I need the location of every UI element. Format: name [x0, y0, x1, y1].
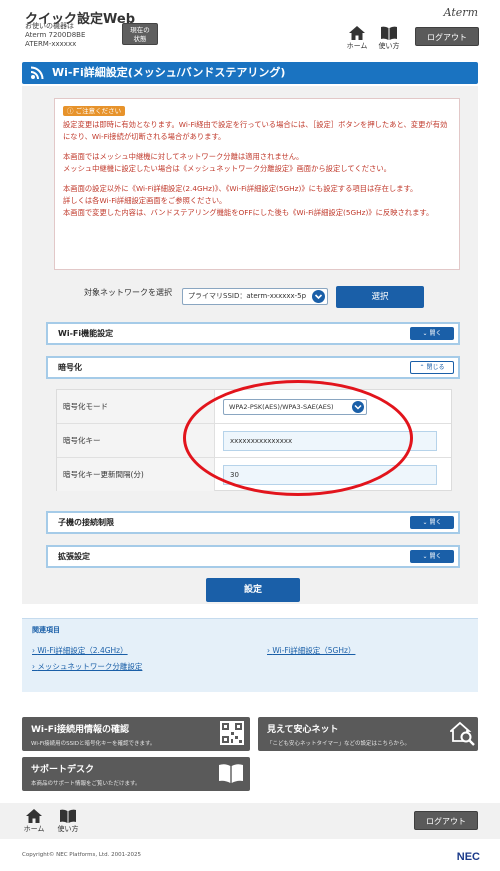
highlight-ellipse — [183, 380, 413, 496]
child-restriction-open-button[interactable]: ⌄ 開く — [410, 516, 454, 529]
select-network-button[interactable]: 選択 — [336, 286, 424, 308]
support-desk-desc: 本商品のサポート情報をご覧いただけます。 — [31, 781, 141, 787]
notice-line-3c: 本画面で変更した内容は、バンドステアリング機能をOFFにした後も《Wi-Fi詳細… — [63, 208, 434, 217]
wifi-icon — [30, 66, 44, 80]
target-network-select[interactable]: プライマリSSID：aterm-xxxxxx-5p — [182, 288, 328, 305]
extended-toggle-label: 開く — [429, 553, 442, 560]
logout-button[interactable]: ログアウト — [415, 27, 479, 46]
link-mesh-separation[interactable]: › メッシュネットワーク分離設定 — [32, 661, 142, 672]
nec-logo: NEC — [456, 851, 480, 863]
home-icon — [26, 809, 42, 823]
qr-code-icon — [220, 721, 244, 745]
device-line-2: Aterm 7200D8BE — [25, 31, 86, 39]
current-status-button[interactable]: 現在の 状態 — [122, 23, 158, 45]
safety-net-title: 見えて安心ネット — [267, 725, 339, 735]
target-network-value: プライマリSSID：aterm-xxxxxx-5p — [188, 292, 307, 300]
section-wifi-function-title: Wi-Fi機能設定 — [58, 329, 114, 338]
header: クイック設定Web お使いの機器は Aterm 7200D8BE ATERM-x… — [0, 0, 500, 56]
footer-logout-button[interactable]: ログアウト — [414, 811, 478, 830]
home-nav-label: ホーム — [346, 42, 368, 50]
notice-paragraph-1: 設定変更は即時に有効となります。Wi-Fi経由で設定を行っている場合には、［設定… — [63, 120, 448, 141]
book-icon — [60, 809, 76, 823]
notice-badge: ⓘ ご注意ください — [63, 106, 126, 116]
home-icon — [349, 26, 365, 40]
wifi-function-open-button[interactable]: ⌄ 開く — [410, 327, 454, 340]
wifi-info-desc: Wi-Fi接続用のSSIDと暗号化キーを確認できます。 — [31, 741, 156, 747]
wifi-info-title: Wi-Fi接続用情報の確認 — [31, 725, 129, 735]
status-button-line-1: 現在の — [130, 26, 150, 34]
footer-bar: ホーム 使い方 ログアウト — [0, 803, 500, 839]
support-desk-title: サポートデスク — [31, 765, 95, 775]
copyright: Copyright© NEC Platforms, Ltd. 2001-2025 — [22, 852, 142, 858]
link-wifi-24ghz-label: Wi-Fi詳細設定（2.4GHz） — [37, 646, 128, 655]
wifi-info-tile[interactable]: Wi-Fi接続用情報の確認 Wi-Fi接続用のSSIDと暗号化キーを確認できます… — [22, 717, 250, 751]
footer-home-label: ホーム — [23, 825, 45, 833]
extended-open-button[interactable]: ⌄ 開く — [410, 550, 454, 563]
section-extended[interactable]: 拡張設定 ⌄ 開く — [46, 545, 460, 568]
related-title: 関連項目 — [32, 626, 60, 634]
section-extended-title: 拡張設定 — [58, 552, 90, 561]
home-nav-button[interactable]: ホーム — [343, 26, 371, 51]
target-network-label: 対象ネットワークを選択 — [84, 288, 172, 297]
book-icon — [381, 26, 397, 40]
page-title-bar: Wi-Fi詳細設定(メッシュ/バンドステアリング) — [22, 62, 478, 84]
encryption-close-button[interactable]: ⌃ 閉じる — [410, 361, 454, 374]
safety-net-tile[interactable]: 見えて安心ネット 「こども安心ネットタイマー」などの設定はこちらから。 — [258, 717, 478, 751]
link-wifi-5ghz[interactable]: › Wi-Fi詳細設定（5GHz） — [267, 645, 355, 656]
device-line-1: お使いの機器は — [25, 22, 74, 30]
manual-nav-button[interactable]: 使い方 — [375, 26, 403, 51]
section-child-restriction[interactable]: 子機の接続制限 ⌄ 開く — [46, 511, 460, 534]
notice-badge-label: ご注意ください — [75, 107, 122, 115]
section-encryption-title: 暗号化 — [58, 363, 82, 372]
section-child-restriction-title: 子機の接続制限 — [58, 518, 114, 527]
save-button[interactable]: 設定 — [206, 578, 300, 602]
chevron-down-icon — [312, 290, 325, 303]
footer-home-button[interactable]: ホーム — [20, 809, 48, 834]
device-line-3: ATERM-xxxxxx — [25, 40, 77, 48]
link-wifi-24ghz[interactable]: › Wi-Fi詳細設定（2.4GHz） — [32, 645, 128, 656]
aterm-logo: Aterm — [443, 6, 478, 19]
page-title: Wi-Fi詳細設定(メッシュ/バンドステアリング) — [52, 66, 286, 79]
support-desk-tile[interactable]: サポートデスク 本商品のサポート情報をご覧いただけます。 — [22, 757, 250, 791]
related-links-panel: 関連項目 › Wi-Fi詳細設定（2.4GHz） › Wi-Fi詳細設定（5GH… — [22, 618, 478, 692]
notice-line-3a: 本画面の設定以外に《Wi-Fi詳細設定(2.4GHz)》、《Wi-Fi詳細設定(… — [63, 184, 418, 193]
key-interval-label: 暗号化キー更新間隔(分) — [57, 458, 215, 491]
notice-line-2b: メッシュ中継機に設定したい場合は《メッシュネットワーク分離設定》画面から設定して… — [63, 164, 391, 173]
notice-line-3b: 詳しくは各Wi-Fi詳細設定画面をご参照ください。 — [63, 196, 227, 205]
warning-icon: ⓘ — [67, 107, 74, 115]
link-mesh-separation-label: メッシュネットワーク分離設定 — [37, 662, 143, 671]
wifi-function-toggle-label: 開く — [429, 330, 442, 337]
child-restriction-toggle-label: 開く — [429, 519, 442, 526]
notice-box: ⓘ ご注意ください 設定変更は即時に有効となります。Wi-Fi経由で設定を行って… — [54, 98, 460, 270]
device-info: お使いの機器は Aterm 7200D8BE ATERM-xxxxxx — [25, 22, 85, 49]
house-search-icon — [450, 721, 475, 746]
safety-net-desc: 「こども安心ネットタイマー」などの設定はこちらから。 — [267, 741, 411, 747]
section-encryption[interactable]: 暗号化 ⌃ 閉じる — [46, 356, 460, 379]
link-wifi-5ghz-label: Wi-Fi詳細設定（5GHz） — [272, 646, 356, 655]
manual-nav-label: 使い方 — [378, 42, 400, 50]
status-button-line-2: 状態 — [133, 35, 147, 43]
book-icon — [219, 764, 243, 783]
footer-manual-button[interactable]: 使い方 — [54, 809, 82, 834]
notice-line-2a: 本画面ではメッシュ中継機に対してネットワーク分離は適用されません。 — [63, 152, 304, 161]
encryption-toggle-label: 閉じる — [426, 364, 445, 371]
footer-manual-label: 使い方 — [57, 825, 79, 833]
section-wifi-function[interactable]: Wi-Fi機能設定 ⌄ 開く — [46, 322, 460, 345]
